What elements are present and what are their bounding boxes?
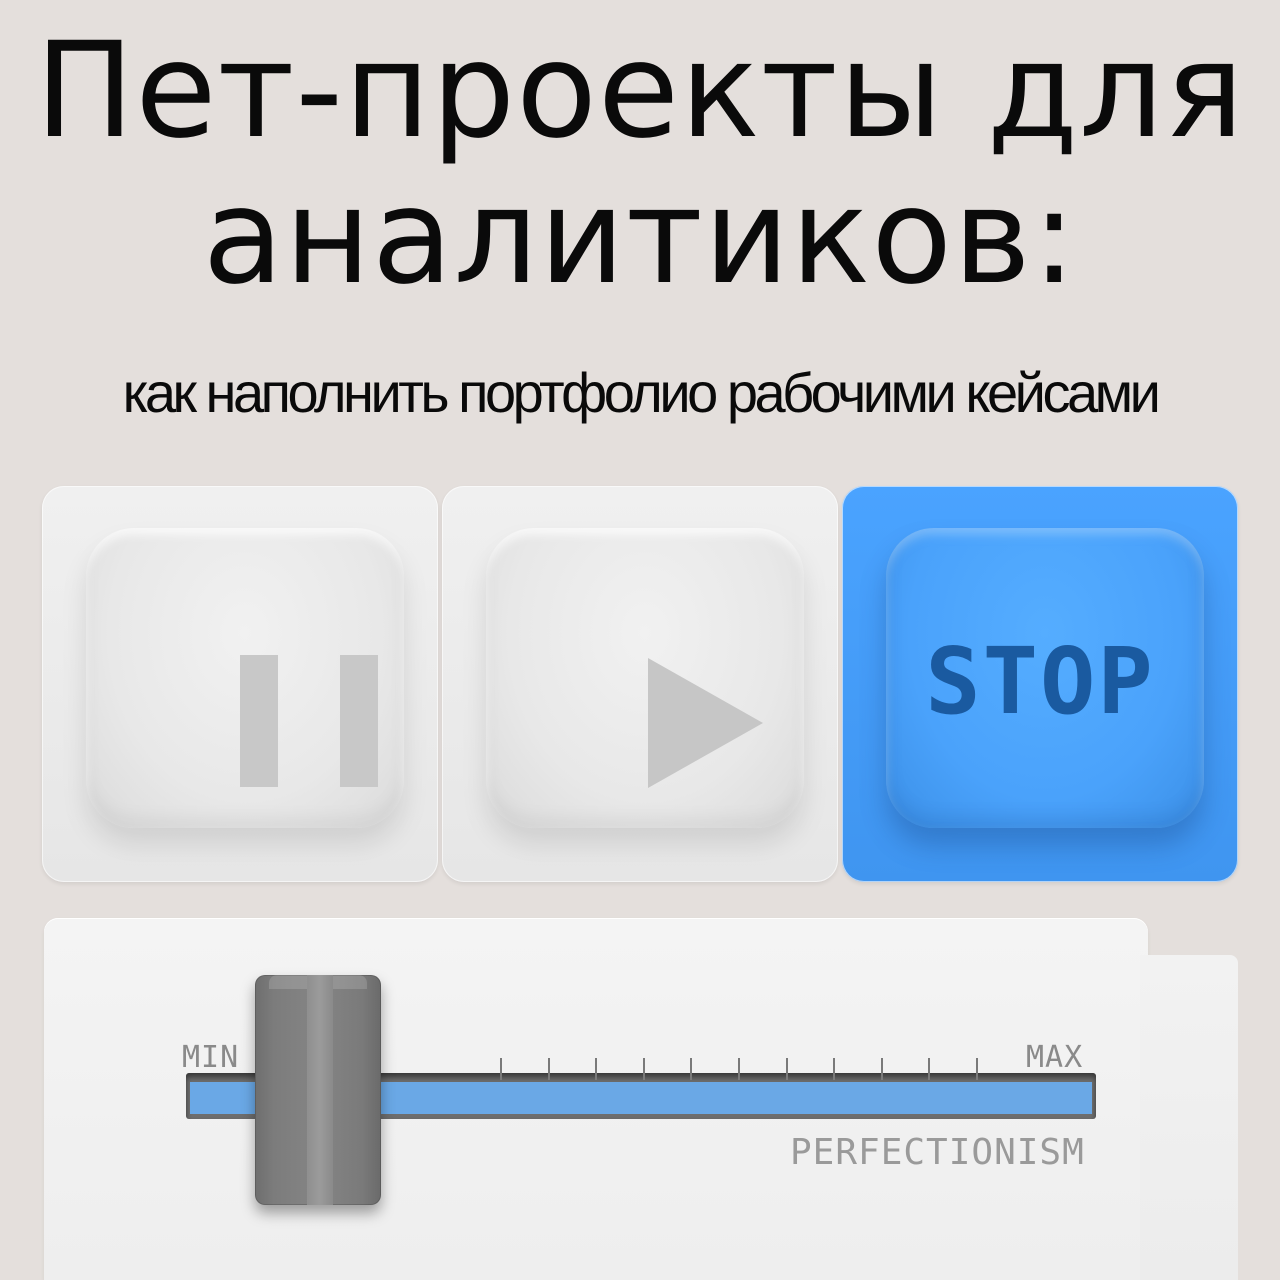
fader-min-label: MIN [182,1040,240,1075]
fader-tick [786,1058,788,1080]
play-key-cap[interactable] [486,528,804,828]
fader-tick [881,1058,883,1080]
pause-key-cap[interactable] [86,528,404,828]
page-subtitle: как наполнить портфолио рабочими кейсами [122,361,1161,424]
fader-panel-extension [1140,955,1238,1280]
page-title: Пет-проекты для аналитиков: [0,18,1280,310]
fader-caption: PERFECTIONISM [790,1132,1085,1173]
title-line-1: Пет-проекты для [35,14,1245,168]
fader-tick [595,1058,597,1080]
pause-key[interactable] [42,486,438,882]
stop-key[interactable]: STOP [842,486,1238,882]
fader-tick [500,1058,502,1080]
title-line-2: аналитиков: [202,160,1078,314]
stop-label: STOP [925,628,1155,735]
fader-tick [738,1058,740,1080]
play-key[interactable] [442,486,838,882]
fader-tick [643,1058,645,1080]
fader-tick [928,1058,930,1080]
pause-icon-bar-right [340,655,378,787]
fader-tick [833,1058,835,1080]
fader-max-label: MAX [1026,1040,1084,1075]
fader-tick [548,1058,550,1080]
play-icon [648,658,763,788]
pause-icon-bar-left [240,655,278,787]
fader-tick [690,1058,692,1080]
fader-knob[interactable] [255,975,381,1205]
fader-knob-ridge [307,975,333,1205]
fader-tick [976,1058,978,1080]
